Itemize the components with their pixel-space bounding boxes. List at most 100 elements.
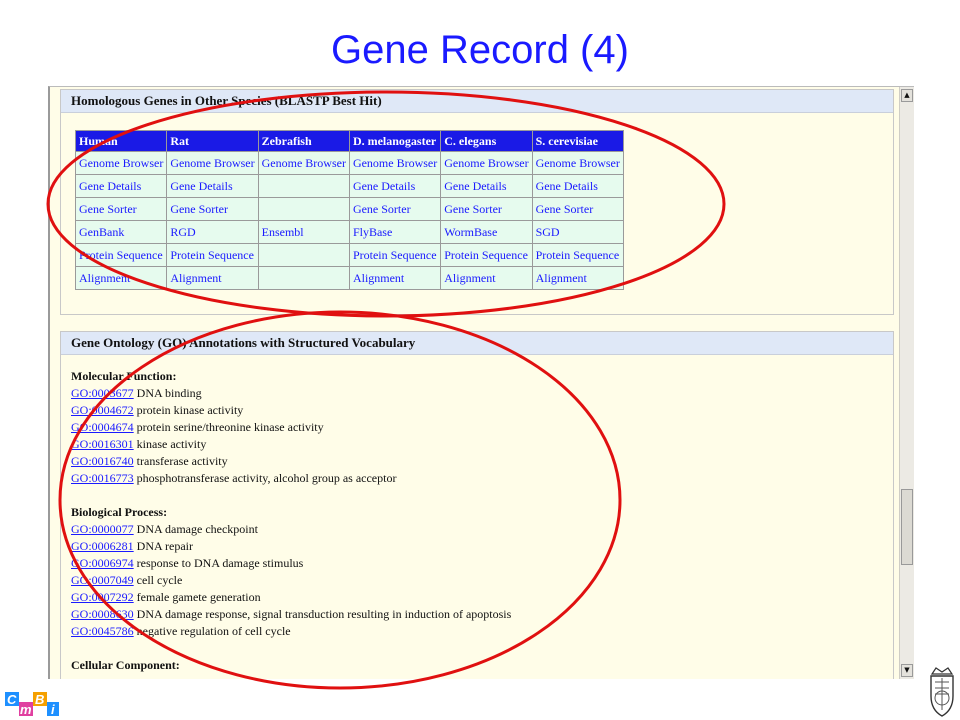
homologs-cell-link[interactable]: RGD: [167, 221, 258, 243]
homologs-cell-link[interactable]: Alignment: [167, 267, 258, 289]
go-term-link[interactable]: GO:0045786: [71, 624, 134, 638]
go-term-label: DNA repair: [136, 539, 193, 553]
homologs-cell-link[interactable]: Gene Sorter: [441, 198, 532, 220]
logo-letter-i: i: [51, 702, 55, 717]
go-panel: Gene Ontology (GO) Annotations with Stru…: [60, 331, 894, 679]
biological-process-title: Biological Process:: [71, 505, 168, 519]
cellular-component-title: Cellular Component:: [71, 658, 180, 672]
list-item: GO:0008630 DNA damage response, signal t…: [71, 606, 511, 623]
homologs-cell-link[interactable]: Gene Details: [532, 175, 623, 197]
go-term-link[interactable]: GO:0006281: [71, 539, 134, 553]
go-term-label: DNA binding: [136, 386, 202, 400]
homologs-cell-link[interactable]: GenBank: [76, 221, 167, 243]
table-row: Gene Details Gene Details Gene Details Gene…: [76, 175, 623, 197]
homologs-heading: Homologous Genes in Other Species (BLAST…: [61, 90, 893, 113]
go-term-link[interactable]: GO:0016301: [71, 437, 134, 451]
go-term-label: kinase activity: [136, 437, 207, 451]
homologs-cell-link: [258, 267, 349, 289]
vertical-scrollbar[interactable]: ▲ ▼: [899, 87, 914, 679]
homologs-cell-link[interactable]: Alignment: [441, 267, 532, 289]
homologs-cell-link[interactable]: Protein Sequence: [76, 244, 167, 266]
table-row: Alignment Alignment Alignment Alignment Alig…: [76, 267, 623, 289]
homologs-cell-link[interactable]: Protein Sequence: [441, 244, 532, 266]
go-term-link[interactable]: GO:0004672: [71, 403, 134, 417]
homologs-cell-link[interactable]: Gene Details: [349, 175, 441, 197]
homologs-cell-link[interactable]: Protein Sequence: [167, 244, 258, 266]
homologs-cell-link[interactable]: Gene Sorter: [76, 198, 167, 220]
go-term-link[interactable]: GO:0016740: [71, 454, 134, 468]
homologs-cell-link[interactable]: Genome Browser: [76, 152, 167, 174]
go-term-label: protein serine/threonine kinase activity: [136, 420, 324, 434]
list-item: GO:0000077 DNA damage checkpoint: [71, 521, 511, 538]
homologs-cell-link[interactable]: Genome Browser: [349, 152, 441, 174]
go-term-label: protein kinase activity: [136, 403, 244, 417]
homologs-cell-link[interactable]: Ensembl: [258, 221, 349, 243]
biological-process-list: GO:0000077 DNA damage checkpoint GO:00062…: [71, 521, 511, 640]
list-item: GO:0003677 DNA binding: [71, 385, 511, 402]
homologs-cell-link[interactable]: SGD: [532, 221, 623, 243]
go-term-link[interactable]: GO:0004674: [71, 420, 134, 434]
homologs-cell-link[interactable]: Alignment: [76, 267, 167, 289]
go-term-link[interactable]: GO:0016773: [71, 471, 134, 485]
homologs-header-row: Human Rat Zebrafish D. melanogaster C. elega…: [76, 131, 623, 151]
list-item: GO:0006281 DNA repair: [71, 538, 511, 555]
homologs-cell-link[interactable]: Protein Sequence: [532, 244, 623, 266]
table-row: GenBank RGD Ensembl FlyBase WormBase SGD: [76, 221, 623, 243]
go-term-link[interactable]: GO:0007292: [71, 590, 134, 604]
homologs-column-header: Human: [76, 131, 167, 151]
go-term-label: response to DNA damage stimulus: [136, 556, 304, 570]
go-term-link[interactable]: GO:0000077: [71, 522, 134, 536]
cmbi-logo: C m B i: [5, 692, 59, 717]
table-row: Genome Browser Genome Browser Genome Brows…: [76, 152, 623, 174]
go-term-link[interactable]: GO:0003677: [71, 386, 134, 400]
homologs-cell-link[interactable]: Protein Sequence: [349, 244, 441, 266]
homologs-cell-link[interactable]: Gene Sorter: [349, 198, 441, 220]
table-row: Gene Sorter Gene Sorter Gene Sorter Gene So…: [76, 198, 623, 220]
go-term-label: cell cycle: [136, 573, 183, 587]
scroll-up-arrow-icon[interactable]: ▲: [901, 89, 913, 102]
homologs-cell-link[interactable]: Gene Sorter: [532, 198, 623, 220]
go-term-label: transferase activity: [136, 454, 228, 468]
homologs-cell-link[interactable]: Gene Details: [76, 175, 167, 197]
homologs-cell-link[interactable]: Alignment: [532, 267, 623, 289]
go-term-link[interactable]: GO:0006974: [71, 556, 134, 570]
homologs-table: Human Rat Zebrafish D. melanogaster C. elega…: [75, 130, 624, 290]
list-item: GO:0016301 kinase activity: [71, 436, 511, 453]
university-crest-icon: [930, 667, 954, 717]
go-term-label: female gamete generation: [136, 590, 261, 604]
homologs-cell-link[interactable]: Genome Browser: [258, 152, 349, 174]
list-item: GO:0016773 phosphotransferase activity, …: [71, 470, 511, 487]
go-term-label: DNA damage checkpoint: [136, 522, 258, 536]
scroll-down-arrow-icon[interactable]: ▼: [901, 664, 913, 677]
table-row: Protein Sequence Protein Sequence Protein …: [76, 244, 623, 266]
go-term-link[interactable]: GO:0008630: [71, 607, 134, 621]
homologs-cell-link[interactable]: Gene Sorter: [167, 198, 258, 220]
homologs-cell-link[interactable]: FlyBase: [349, 221, 441, 243]
logo-letter-m: m: [20, 702, 32, 717]
scrollbar-thumb[interactable]: [901, 489, 913, 565]
homologs-cell-link[interactable]: WormBase: [441, 221, 532, 243]
homologs-cell-link[interactable]: Gene Details: [441, 175, 532, 197]
list-item: GO:0045786 negative regulation of cell c…: [71, 623, 511, 640]
molecular-function-list: GO:0003677 DNA binding GO:0004672 protein…: [71, 385, 511, 487]
homologs-cell-link[interactable]: Genome Browser: [167, 152, 258, 174]
go-term-link[interactable]: GO:0007049: [71, 573, 134, 587]
molecular-function-title: Molecular Function:: [71, 369, 177, 383]
homologs-cell-link[interactable]: Gene Details: [167, 175, 258, 197]
homologs-cell-link[interactable]: Genome Browser: [441, 152, 532, 174]
homologs-table-body: Genome Browser Genome Browser Genome Brows…: [76, 152, 623, 289]
homologs-column-header: C. elegans: [441, 131, 532, 151]
homologs-column-header: Zebrafish: [258, 131, 349, 151]
homologs-cell-link: [258, 198, 349, 220]
go-term-label: phosphotransferase activity, alcohol gro…: [136, 471, 397, 485]
homologs-cell-link[interactable]: Alignment: [349, 267, 441, 289]
homologs-cell-link: [258, 244, 349, 266]
list-item: GO:0004674 protein serine/threonine kina…: [71, 419, 511, 436]
list-item: GO:0007049 cell cycle: [71, 572, 511, 589]
go-annotations: Molecular Function: GO:0003677 DNA bindi…: [71, 368, 511, 674]
homologs-panel: Homologous Genes in Other Species (BLAST…: [60, 89, 894, 315]
list-item: GO:0016740 transferase activity: [71, 453, 511, 470]
go-term-label: negative regulation of cell cycle: [136, 624, 291, 638]
homologs-cell-link[interactable]: Genome Browser: [532, 152, 623, 174]
slide-title: Gene Record (4): [331, 28, 629, 72]
